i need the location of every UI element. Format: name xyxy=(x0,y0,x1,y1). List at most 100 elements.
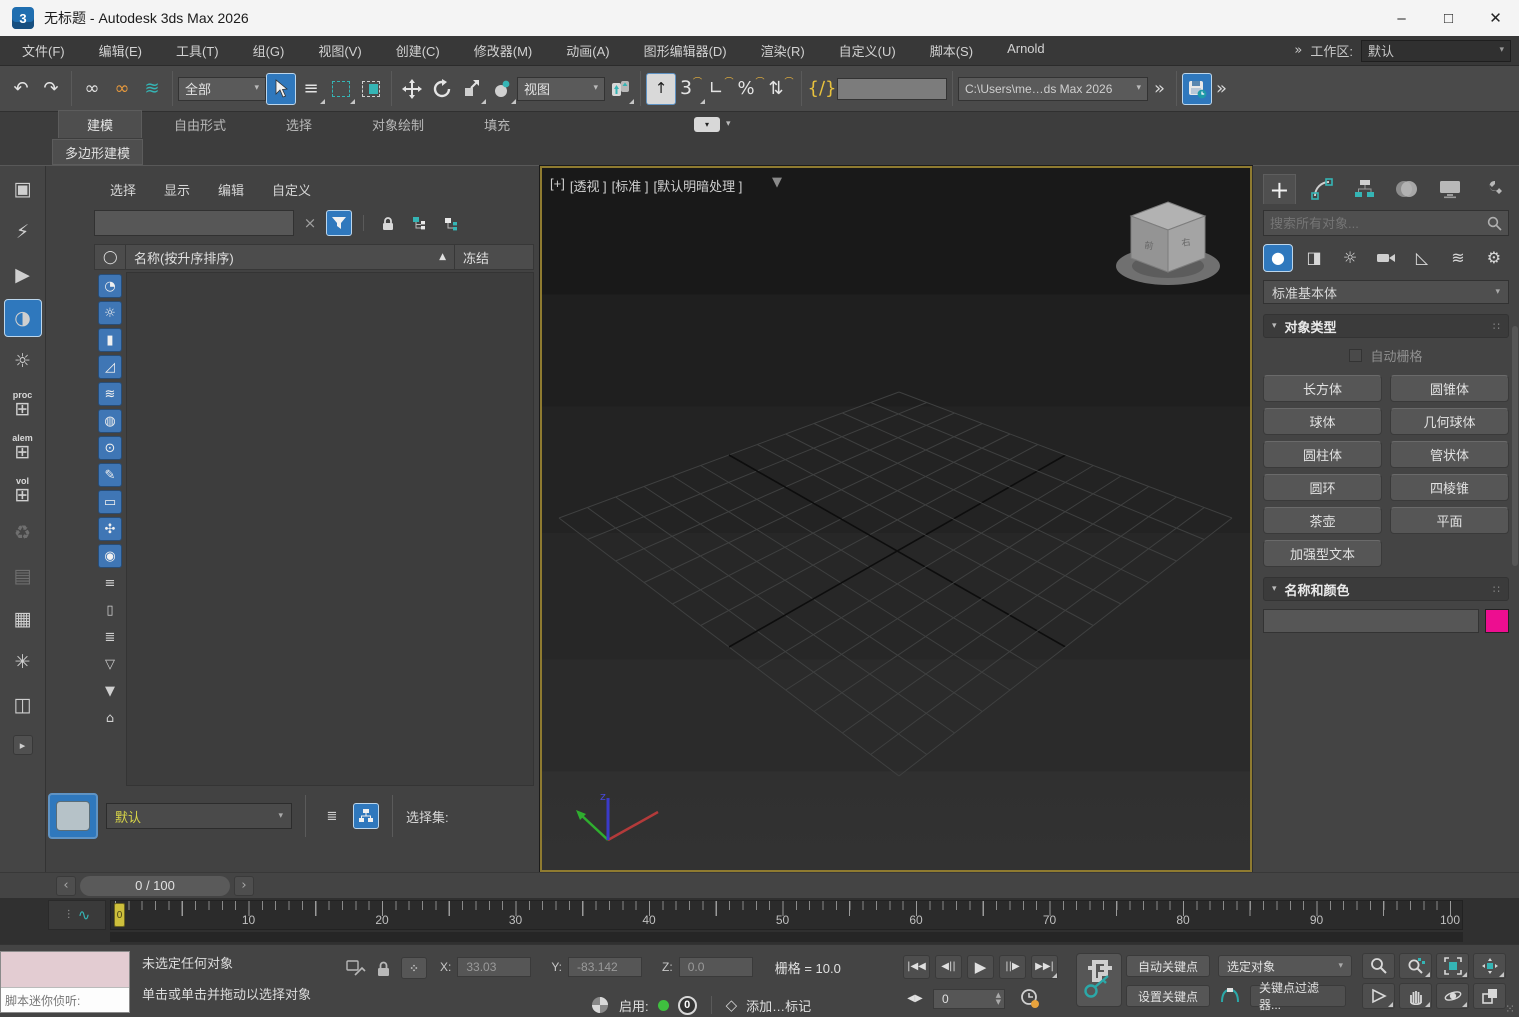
ribbon-collapse-button[interactable]: ▾ ▾ xyxy=(694,117,731,132)
ribbon-tab[interactable]: 选择 xyxy=(258,111,340,138)
ribbon-tab[interactable]: 自由形式 xyxy=(146,111,254,138)
play-button[interactable]: ▶ xyxy=(967,955,994,979)
use-pivot-center-button[interactable] xyxy=(605,73,635,105)
x-coordinate-field[interactable]: 33.03 xyxy=(457,957,531,977)
create-alem-tool[interactable]: alem ⊞ xyxy=(4,428,42,466)
undo-button[interactable]: ↶ xyxy=(6,73,36,105)
add-marker-text[interactable]: 添加…标记 xyxy=(746,996,811,1015)
ribbon-subtab-polymodeling[interactable]: 多边形建模 xyxy=(52,139,143,165)
display-materials-toggle[interactable]: ✣ xyxy=(98,517,122,541)
zoom-extents-button[interactable] xyxy=(1436,953,1469,979)
display-groups-toggle[interactable]: ◍ xyxy=(98,409,122,433)
perspective-viewport[interactable]: [+][透视 ][标准 ][默认明暗处理 ] ▼ 前 右 xyxy=(540,166,1252,872)
absolute-offset-mode-button[interactable] xyxy=(401,957,427,979)
listener-macro-pane[interactable] xyxy=(1,952,129,988)
maxscript-mini-listener[interactable]: 脚本迷你侦听: xyxy=(0,951,130,1013)
maximize-viewport-toggle[interactable] xyxy=(1473,983,1506,1009)
more-menus-chevrons[interactable]: » xyxy=(1294,44,1302,57)
selection-filter-dropdown[interactable]: 全部 ▾ xyxy=(178,77,266,101)
display-helpers-toggle[interactable]: ◿ xyxy=(98,355,122,379)
menu-item[interactable]: 自定义(U) xyxy=(839,41,896,60)
category-spacewarps-button[interactable]: ≋ xyxy=(1443,244,1473,272)
category-lights-button[interactable]: ☼ xyxy=(1335,244,1365,272)
display-cameras-toggle[interactable]: ▮ xyxy=(98,328,122,352)
clear-search-icon[interactable]: × xyxy=(300,216,320,231)
tab-create[interactable]: + xyxy=(1263,174,1296,204)
view-blank-button[interactable]: ▯ xyxy=(98,598,122,622)
y-coordinate-field[interactable]: -83.142 xyxy=(568,957,642,977)
open-mini-curve-editor-button[interactable]: ⋮∿ xyxy=(48,900,106,930)
selection-lock-icon[interactable] xyxy=(376,960,391,977)
primitive-button[interactable]: 四棱锥 xyxy=(1390,474,1509,501)
layer-explorer-tool[interactable]: ▦ xyxy=(4,600,42,638)
primitive-button[interactable]: 球体 xyxy=(1263,408,1382,435)
toolbar-overflow-chevrons-2[interactable]: » xyxy=(1216,80,1227,98)
edge-toolbar-flyout-button[interactable]: ▸ xyxy=(13,735,33,755)
primitive-button[interactable]: 茶壶 xyxy=(1263,507,1382,534)
menu-item[interactable]: Arnold xyxy=(1007,41,1045,60)
display-geometry-toggle[interactable]: ◔ xyxy=(98,274,122,298)
viewport-layout-icon[interactable] xyxy=(590,995,610,1015)
key-filters-button[interactable]: 关键点过滤器... xyxy=(1250,985,1346,1007)
filter-button[interactable]: ▽ xyxy=(98,652,122,676)
object-type-rollout-header[interactable]: ▾ 对象类型 ∷ xyxy=(1263,314,1509,338)
window-crossing-toggle[interactable] xyxy=(356,73,386,105)
explorer-filter-button[interactable] xyxy=(326,210,352,236)
menu-item[interactable]: 渲染(R) xyxy=(761,41,805,60)
select-lights-tool[interactable]: ✳ xyxy=(4,643,42,681)
name-color-rollout-header[interactable]: ▾ 名称和颜色 ∷ xyxy=(1263,577,1509,601)
toggle-window-tool[interactable]: ▣ xyxy=(4,170,42,208)
notification-count-badge[interactable]: 0 xyxy=(678,996,697,1015)
orbit-button[interactable] xyxy=(1436,983,1469,1009)
autosave-indicator-button[interactable] xyxy=(1182,73,1212,105)
timeline-ruler[interactable]: 102030405060708090100 0 xyxy=(110,900,1463,930)
display-lights-toggle[interactable]: ☼ xyxy=(98,301,122,325)
next-frame-button[interactable]: › xyxy=(234,876,254,896)
panel-search-input[interactable] xyxy=(1270,216,1487,231)
menu-item[interactable]: 工具(T) xyxy=(176,41,219,60)
hierarchy-mode-button[interactable] xyxy=(353,803,379,829)
viewport-label-segment[interactable]: [标准 ] xyxy=(612,176,649,195)
explorer-search-input[interactable] xyxy=(94,210,294,236)
explorer-menu-item[interactable]: 自定义 xyxy=(272,180,311,199)
tab-motion[interactable] xyxy=(1391,174,1424,204)
primitive-button[interactable]: 几何球体 xyxy=(1390,408,1509,435)
menu-item[interactable]: 创建(C) xyxy=(396,41,440,60)
explorer-menu-item[interactable]: 选择 xyxy=(110,180,136,199)
primitive-button[interactable]: 圆环 xyxy=(1263,474,1382,501)
view-detail-button[interactable]: ≣ xyxy=(98,625,122,649)
ribbon-tab[interactable]: 对象绘制 xyxy=(344,111,452,138)
menu-item[interactable]: 动画(A) xyxy=(566,41,609,60)
zoom-all-button[interactable] xyxy=(1399,953,1432,979)
project-folder-dropdown[interactable]: C:\Users\me…ds Max 2026 ▾ xyxy=(958,77,1148,101)
maximize-button[interactable]: □ xyxy=(1425,0,1472,36)
previous-frame-button[interactable]: ‹ xyxy=(56,876,76,896)
select-and-place-button[interactable] xyxy=(487,73,517,105)
tab-modify[interactable] xyxy=(1306,174,1339,204)
view-list-button[interactable]: ≡ xyxy=(98,571,122,595)
maxscript-editor-button[interactable]: {∕} xyxy=(807,73,837,105)
primitive-button[interactable]: 圆锥体 xyxy=(1390,375,1509,402)
menu-item[interactable]: 编辑(E) xyxy=(99,41,142,60)
menu-item[interactable]: 脚本(S) xyxy=(930,41,973,60)
disabled-tool-1[interactable]: ♻ xyxy=(4,514,42,552)
frozen-column-header[interactable]: 冻结 xyxy=(455,248,533,267)
primitive-button[interactable]: 圆柱体 xyxy=(1263,441,1382,468)
workspace-dropdown[interactable]: 默认 ▾ xyxy=(1361,40,1511,62)
display-spacewarps-toggle[interactable]: ≋ xyxy=(98,382,122,406)
previous-frame-button[interactable]: ◀|| xyxy=(935,955,962,979)
percent-snap-toggle-button[interactable]: %⌒ xyxy=(736,73,766,105)
set-key-button[interactable]: 设置关键点 xyxy=(1126,985,1210,1007)
go-to-start-button[interactable]: |◀◀ xyxy=(903,955,930,979)
angle-snap-toggle-button[interactable]: ∟⌒ xyxy=(706,73,736,105)
field-of-view-button[interactable] xyxy=(1362,983,1395,1009)
zoom-extents-all-button[interactable] xyxy=(1473,953,1506,979)
auto-key-button[interactable]: 自动关键点 xyxy=(1126,955,1210,977)
key-mode-toggle[interactable]: ◀▶ xyxy=(903,987,927,1011)
explorer-preset-dropdown[interactable]: 默认 ▾ xyxy=(106,803,292,829)
layer-explorer-mode-button[interactable]: ≣ xyxy=(319,803,345,829)
spinner-snap-toggle-button[interactable]: ⇅⌒ xyxy=(766,73,796,105)
category-systems-button[interactable]: ⚙ xyxy=(1479,244,1509,272)
primitive-button[interactable]: 加强型文本 xyxy=(1263,540,1382,567)
key-scope-dropdown[interactable]: 选定对象 ▾ xyxy=(1218,955,1352,977)
